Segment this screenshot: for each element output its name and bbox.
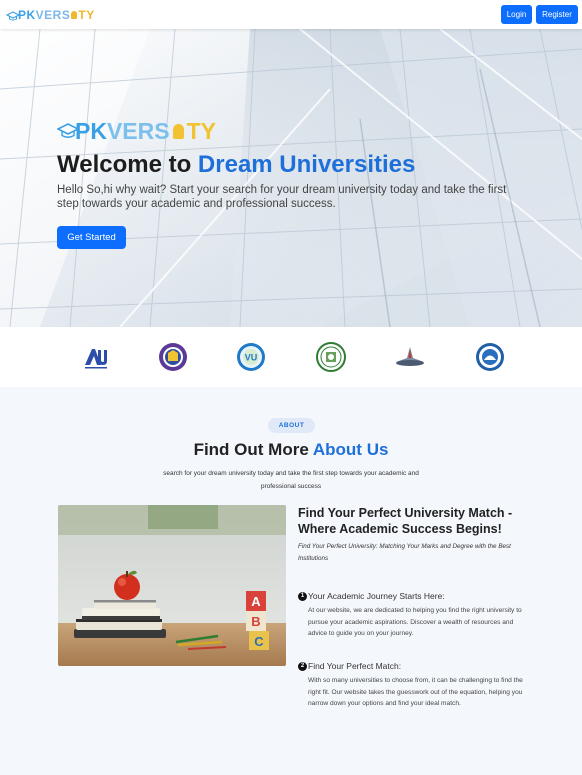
navbar: PK VERS TY Login Register [0,0,582,29]
nav-actions: Login Register [501,5,578,24]
about-heading: Find Your Perfect University Match - Whe… [298,506,513,536]
about-subtitle: search for your dream university today a… [163,470,419,490]
university-logos-strip: VU [0,327,582,387]
feature-body: With so many universities to choose from… [308,677,523,707]
about-title: Find Out More About Us [0,440,582,460]
about-photo: A B C [58,505,286,666]
lightbulb-icon [172,123,184,139]
logo-text-pk: PK [75,117,107,144]
about-content: Find Your Perfect University Match - Whe… [298,505,528,565]
logo-text-ty: TY [186,117,216,144]
get-started-button[interactable]: Get Started [57,226,126,249]
feature-body: At our website, we are dedicated to help… [308,607,522,637]
hero-title-accent: Dream Universities [197,151,416,178]
university-seal-icon[interactable] [315,341,347,373]
feature-number-badge: 1 [298,591,307,601]
logo-text-pk: PK [18,7,36,22]
university-seal-icon[interactable] [157,341,189,373]
university-logo-icon[interactable] [394,341,426,373]
feature-heading: 1 Your Academic Journey Starts Here: [298,591,523,601]
graduation-cap-icon [5,10,21,20]
about-title-accent: About Us [312,440,389,459]
hero-title-prefix: Welcome to [57,151,198,178]
logo-text-ty: TY [78,7,95,22]
university-seal-icon[interactable] [474,341,506,373]
about-section: ABOUT Find Out More About Us search for … [0,387,582,775]
logo-text-vers: VERS [35,7,71,22]
university-seal-icon[interactable]: VU [235,341,267,373]
feature-heading: 2 Find Your Perfect Match: [298,661,523,671]
hero-content: PK VERS TY Welcome to Dream Universities H… [56,117,527,249]
hero-logo: PK VERS TY [56,117,527,145]
logo-text-vers: VERS [106,117,170,144]
university-logo-icon[interactable] [79,341,111,373]
hero-title: Welcome to Dream Universities [57,151,527,179]
svg-text:B: B [251,614,260,629]
feature-item: 2 Find Your Perfect Match: With so many … [298,661,523,710]
feature-number-badge: 2 [298,661,307,671]
hero-section: PK VERS TY Welcome to Dream Universities H… [0,29,582,327]
lightbulb-icon [71,10,78,19]
about-badge: ABOUT [268,418,315,433]
register-button[interactable]: Register [536,5,578,24]
about-title-prefix: Find Out More [193,440,313,459]
feature-title: Your Academic Journey Starts Here: [308,591,445,601]
feature-title: Find Your Perfect Match: [308,661,402,671]
svg-text:VU: VU [245,353,258,363]
svg-text:A: A [251,594,261,609]
feature-item: 1 Your Academic Journey Starts Here: At … [298,591,523,640]
about-tagline: Find Your Perfect University: Matching Y… [298,543,511,562]
hero-subtitle: Hello So,hi why wait? Start your search … [57,184,507,210]
svg-text:C: C [254,634,264,649]
login-button[interactable]: Login [501,5,532,24]
site-logo[interactable]: PK VERS TY [5,7,95,22]
